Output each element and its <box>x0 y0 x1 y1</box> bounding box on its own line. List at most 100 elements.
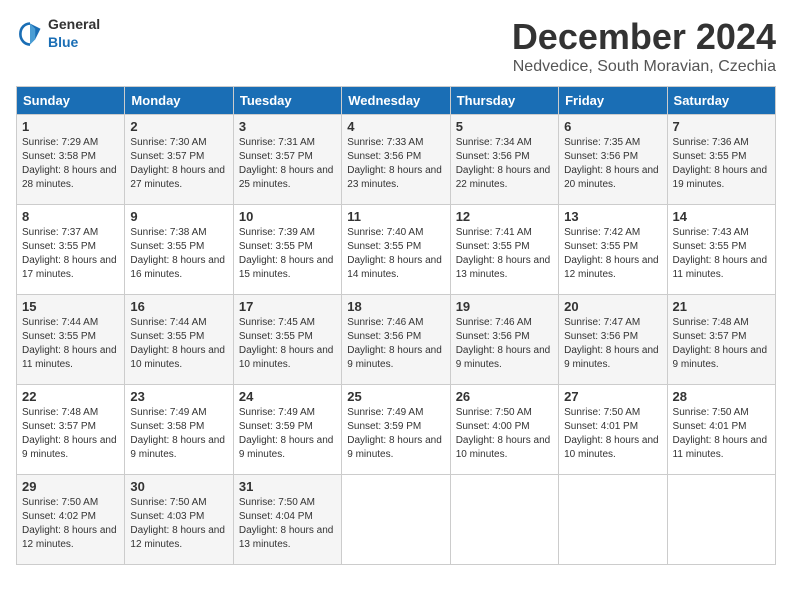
calendar-cell: 27 Sunrise: 7:50 AMSunset: 4:01 PMDaylig… <box>559 385 667 475</box>
day-detail: Sunrise: 7:50 AMSunset: 4:04 PMDaylight:… <box>239 497 334 550</box>
calendar-week-3: 15 Sunrise: 7:44 AMSunset: 3:55 PMDaylig… <box>17 295 776 385</box>
day-number: 21 <box>673 299 770 314</box>
day-number: 1 <box>22 119 119 134</box>
calendar-cell: 4 Sunrise: 7:33 AMSunset: 3:56 PMDayligh… <box>342 115 450 205</box>
day-number: 25 <box>347 389 444 404</box>
calendar-cell: 6 Sunrise: 7:35 AMSunset: 3:56 PMDayligh… <box>559 115 667 205</box>
day-number: 19 <box>456 299 553 314</box>
calendar-cell: 20 Sunrise: 7:47 AMSunset: 3:56 PMDaylig… <box>559 295 667 385</box>
day-detail: Sunrise: 7:35 AMSunset: 3:56 PMDaylight:… <box>564 137 659 190</box>
calendar-cell: 16 Sunrise: 7:44 AMSunset: 3:55 PMDaylig… <box>125 295 233 385</box>
day-detail: Sunrise: 7:48 AMSunset: 3:57 PMDaylight:… <box>673 317 768 370</box>
calendar-table: SundayMondayTuesdayWednesdayThursdayFrid… <box>16 86 776 565</box>
calendar-cell <box>342 475 450 565</box>
day-number: 20 <box>564 299 661 314</box>
day-number: 17 <box>239 299 336 314</box>
calendar-cell: 28 Sunrise: 7:50 AMSunset: 4:01 PMDaylig… <box>667 385 775 475</box>
day-number: 16 <box>130 299 227 314</box>
day-number: 3 <box>239 119 336 134</box>
calendar-cell: 18 Sunrise: 7:46 AMSunset: 3:56 PMDaylig… <box>342 295 450 385</box>
day-number: 8 <box>22 209 119 224</box>
calendar-cell: 30 Sunrise: 7:50 AMSunset: 4:03 PMDaylig… <box>125 475 233 565</box>
day-detail: Sunrise: 7:30 AMSunset: 3:57 PMDaylight:… <box>130 137 225 190</box>
day-number: 28 <box>673 389 770 404</box>
day-detail: Sunrise: 7:49 AMSunset: 3:59 PMDaylight:… <box>347 407 442 460</box>
day-detail: Sunrise: 7:37 AMSunset: 3:55 PMDaylight:… <box>22 227 117 280</box>
title-block: December 2024 Nedvedice, South Moravian,… <box>512 16 776 76</box>
day-number: 31 <box>239 479 336 494</box>
day-detail: Sunrise: 7:41 AMSunset: 3:55 PMDaylight:… <box>456 227 551 280</box>
logo-icon <box>16 20 44 48</box>
page-header: General Blue December 2024 Nedvedice, So… <box>16 16 776 76</box>
day-detail: Sunrise: 7:31 AMSunset: 3:57 PMDaylight:… <box>239 137 334 190</box>
day-detail: Sunrise: 7:43 AMSunset: 3:55 PMDaylight:… <box>673 227 768 280</box>
day-detail: Sunrise: 7:34 AMSunset: 3:56 PMDaylight:… <box>456 137 551 190</box>
logo: General Blue <box>16 16 100 52</box>
day-detail: Sunrise: 7:40 AMSunset: 3:55 PMDaylight:… <box>347 227 442 280</box>
day-detail: Sunrise: 7:39 AMSunset: 3:55 PMDaylight:… <box>239 227 334 280</box>
calendar-cell: 12 Sunrise: 7:41 AMSunset: 3:55 PMDaylig… <box>450 205 558 295</box>
calendar-week-1: 1 Sunrise: 7:29 AMSunset: 3:58 PMDayligh… <box>17 115 776 205</box>
day-number: 5 <box>456 119 553 134</box>
calendar-cell: 13 Sunrise: 7:42 AMSunset: 3:55 PMDaylig… <box>559 205 667 295</box>
calendar-week-2: 8 Sunrise: 7:37 AMSunset: 3:55 PMDayligh… <box>17 205 776 295</box>
calendar-cell: 31 Sunrise: 7:50 AMSunset: 4:04 PMDaylig… <box>233 475 341 565</box>
calendar-cell: 15 Sunrise: 7:44 AMSunset: 3:55 PMDaylig… <box>17 295 125 385</box>
logo-text: General Blue <box>48 16 100 52</box>
day-detail: Sunrise: 7:36 AMSunset: 3:55 PMDaylight:… <box>673 137 768 190</box>
day-detail: Sunrise: 7:50 AMSunset: 4:01 PMDaylight:… <box>673 407 768 460</box>
calendar-cell: 22 Sunrise: 7:48 AMSunset: 3:57 PMDaylig… <box>17 385 125 475</box>
calendar-cell: 26 Sunrise: 7:50 AMSunset: 4:00 PMDaylig… <box>450 385 558 475</box>
weekday-header-thursday: Thursday <box>450 87 558 115</box>
day-number: 4 <box>347 119 444 134</box>
day-number: 6 <box>564 119 661 134</box>
calendar-cell: 3 Sunrise: 7:31 AMSunset: 3:57 PMDayligh… <box>233 115 341 205</box>
day-number: 14 <box>673 209 770 224</box>
calendar-cell <box>667 475 775 565</box>
month-title: December 2024 <box>512 16 776 58</box>
calendar-cell: 19 Sunrise: 7:46 AMSunset: 3:56 PMDaylig… <box>450 295 558 385</box>
day-number: 27 <box>564 389 661 404</box>
weekday-header-sunday: Sunday <box>17 87 125 115</box>
weekday-header-monday: Monday <box>125 87 233 115</box>
calendar-cell: 7 Sunrise: 7:36 AMSunset: 3:55 PMDayligh… <box>667 115 775 205</box>
weekday-header-row: SundayMondayTuesdayWednesdayThursdayFrid… <box>17 87 776 115</box>
day-detail: Sunrise: 7:44 AMSunset: 3:55 PMDaylight:… <box>130 317 225 370</box>
day-number: 9 <box>130 209 227 224</box>
day-number: 2 <box>130 119 227 134</box>
day-detail: Sunrise: 7:38 AMSunset: 3:55 PMDaylight:… <box>130 227 225 280</box>
day-number: 10 <box>239 209 336 224</box>
logo-blue: Blue <box>48 34 78 50</box>
calendar-cell: 8 Sunrise: 7:37 AMSunset: 3:55 PMDayligh… <box>17 205 125 295</box>
day-detail: Sunrise: 7:33 AMSunset: 3:56 PMDaylight:… <box>347 137 442 190</box>
day-detail: Sunrise: 7:29 AMSunset: 3:58 PMDaylight:… <box>22 137 117 190</box>
calendar-cell: 21 Sunrise: 7:48 AMSunset: 3:57 PMDaylig… <box>667 295 775 385</box>
calendar-cell: 9 Sunrise: 7:38 AMSunset: 3:55 PMDayligh… <box>125 205 233 295</box>
calendar-cell: 17 Sunrise: 7:45 AMSunset: 3:55 PMDaylig… <box>233 295 341 385</box>
day-detail: Sunrise: 7:50 AMSunset: 4:02 PMDaylight:… <box>22 497 117 550</box>
day-number: 12 <box>456 209 553 224</box>
location-subtitle: Nedvedice, South Moravian, Czechia <box>512 58 776 76</box>
day-detail: Sunrise: 7:46 AMSunset: 3:56 PMDaylight:… <box>347 317 442 370</box>
day-number: 22 <box>22 389 119 404</box>
calendar-cell <box>559 475 667 565</box>
day-detail: Sunrise: 7:47 AMSunset: 3:56 PMDaylight:… <box>564 317 659 370</box>
day-detail: Sunrise: 7:50 AMSunset: 4:01 PMDaylight:… <box>564 407 659 460</box>
day-detail: Sunrise: 7:50 AMSunset: 4:03 PMDaylight:… <box>130 497 225 550</box>
calendar-cell: 25 Sunrise: 7:49 AMSunset: 3:59 PMDaylig… <box>342 385 450 475</box>
weekday-header-tuesday: Tuesday <box>233 87 341 115</box>
day-detail: Sunrise: 7:50 AMSunset: 4:00 PMDaylight:… <box>456 407 551 460</box>
day-number: 26 <box>456 389 553 404</box>
day-detail: Sunrise: 7:44 AMSunset: 3:55 PMDaylight:… <box>22 317 117 370</box>
day-detail: Sunrise: 7:49 AMSunset: 3:58 PMDaylight:… <box>130 407 225 460</box>
day-detail: Sunrise: 7:49 AMSunset: 3:59 PMDaylight:… <box>239 407 334 460</box>
day-detail: Sunrise: 7:42 AMSunset: 3:55 PMDaylight:… <box>564 227 659 280</box>
calendar-cell: 14 Sunrise: 7:43 AMSunset: 3:55 PMDaylig… <box>667 205 775 295</box>
day-number: 15 <box>22 299 119 314</box>
weekday-header-wednesday: Wednesday <box>342 87 450 115</box>
calendar-cell: 10 Sunrise: 7:39 AMSunset: 3:55 PMDaylig… <box>233 205 341 295</box>
day-number: 13 <box>564 209 661 224</box>
calendar-week-5: 29 Sunrise: 7:50 AMSunset: 4:02 PMDaylig… <box>17 475 776 565</box>
calendar-cell: 11 Sunrise: 7:40 AMSunset: 3:55 PMDaylig… <box>342 205 450 295</box>
day-number: 23 <box>130 389 227 404</box>
